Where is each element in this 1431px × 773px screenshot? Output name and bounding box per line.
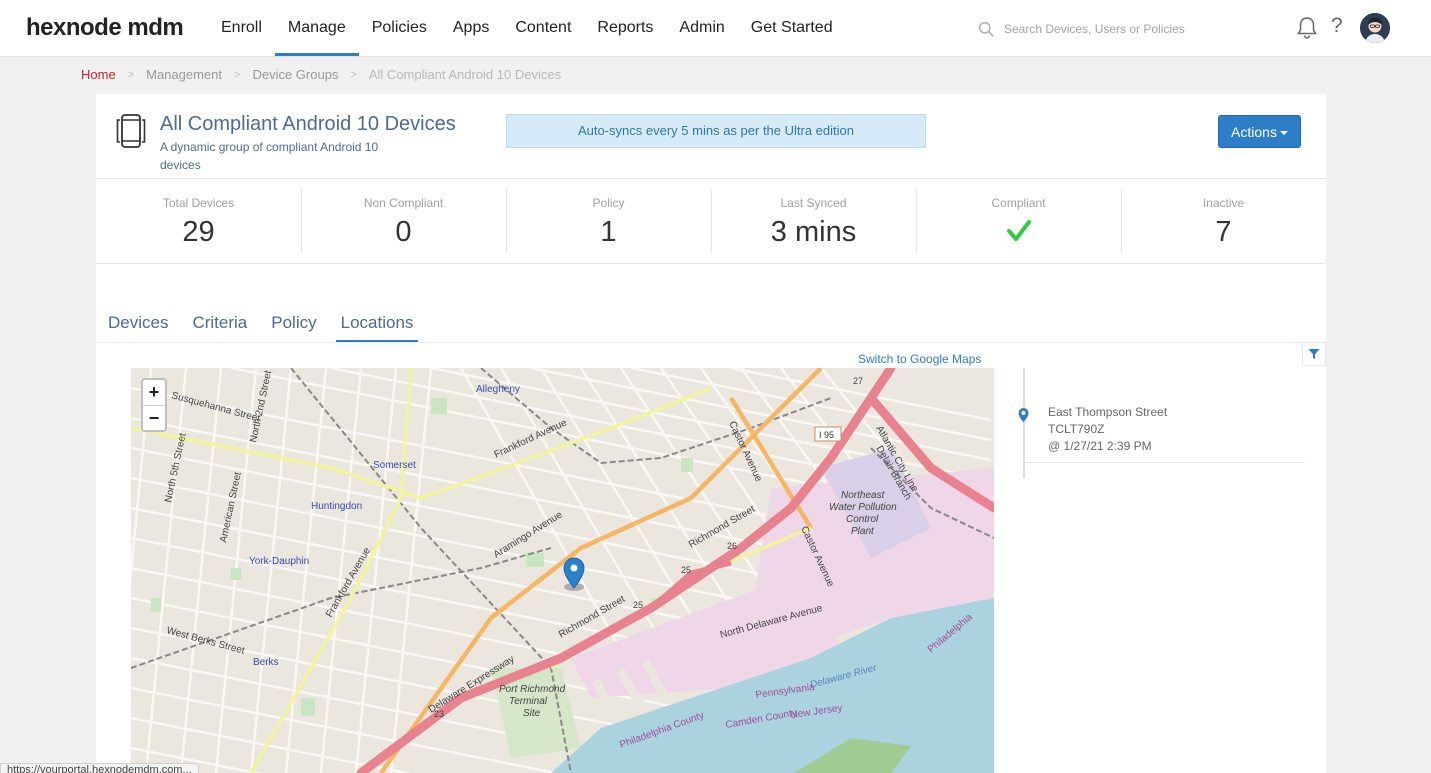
- zoom-in-button[interactable]: +: [143, 380, 165, 405]
- svg-text:Control: Control: [846, 514, 879, 525]
- stat-label: Policy: [592, 196, 625, 210]
- tab-policy[interactable]: Policy: [271, 313, 316, 343]
- stat-compliant: Compliant: [916, 179, 1121, 263]
- location-time: @ 1/27/21 2:39 PM: [1048, 439, 1152, 453]
- svg-text:Berks: Berks: [253, 657, 279, 668]
- stat-last-synced: Last Synced 3 mins: [711, 179, 916, 263]
- group-description: A dynamic group of compliant Android 10 …: [160, 140, 379, 172]
- svg-text:Site: Site: [523, 708, 541, 719]
- actions-button-label: Actions: [1231, 123, 1277, 140]
- chevron-right-icon: >: [234, 68, 241, 81]
- stats-row: Total Devices 29 Non Compliant 0 Policy …: [96, 178, 1326, 264]
- zoom-out-button[interactable]: −: [143, 405, 165, 430]
- svg-text:25: 25: [633, 600, 643, 610]
- stat-label: Inactive: [1202, 196, 1245, 210]
- tab-criteria[interactable]: Criteria: [192, 313, 247, 343]
- stat-value: 1: [600, 216, 617, 248]
- svg-text:Somerset: Somerset: [373, 460, 416, 471]
- chevron-right-icon: >: [350, 68, 357, 81]
- check-icon: [1006, 220, 1031, 241]
- help-icon[interactable]: ?: [1331, 14, 1343, 38]
- tab-locations[interactable]: Locations: [335, 313, 419, 343]
- browser-status-url: https://yourportal.hexnodemdm.com...: [0, 763, 199, 773]
- filter-icon: [1308, 349, 1320, 359]
- nav-apps[interactable]: Apps: [440, 0, 502, 56]
- stat-policy[interactable]: Policy 1: [506, 179, 711, 263]
- nav-content[interactable]: Content: [502, 0, 584, 56]
- stat-label: Total Devices: [162, 196, 235, 210]
- svg-text:Terminal: Terminal: [509, 696, 548, 707]
- nav-manage[interactable]: Manage: [274, 0, 359, 56]
- svg-text:25: 25: [681, 565, 691, 575]
- stat-value: 7: [1215, 216, 1232, 248]
- svg-text:Huntingdon: Huntingdon: [311, 501, 362, 512]
- stat-label: Compliant: [991, 196, 1046, 210]
- map-zoom-control: + −: [141, 378, 167, 432]
- nav-admin[interactable]: Admin: [666, 0, 737, 56]
- location-divider: [1023, 462, 1305, 463]
- location-timeline: [1023, 368, 1033, 773]
- svg-text:27: 27: [853, 376, 863, 386]
- bell-icon[interactable]: [1296, 16, 1318, 40]
- stat-label: Non Compliant: [363, 196, 444, 210]
- sync-info-banner: Auto-syncs every 5 mins as per the Ultra…: [506, 114, 926, 148]
- search-input[interactable]: [1004, 22, 1224, 36]
- svg-text:Allegheny: Allegheny: [476, 384, 520, 395]
- mobile-devices-icon: [116, 114, 146, 148]
- nav-policies[interactable]: Policies: [359, 0, 440, 56]
- search-icon: [979, 21, 994, 37]
- nav-enroll[interactable]: Enroll: [208, 0, 275, 56]
- svg-text:26: 26: [727, 541, 737, 551]
- breadcrumb: Home > Management > Device Groups > All …: [81, 67, 561, 82]
- svg-text:Water Pollution: Water Pollution: [829, 502, 897, 513]
- search-box: [978, 18, 1238, 40]
- stat-inactive[interactable]: Inactive 7: [1121, 179, 1326, 263]
- location-street: East Thompson Street: [1048, 405, 1168, 419]
- hexnode-logo[interactable]: hexnode mdm: [26, 14, 184, 42]
- caret-down-icon: [1279, 130, 1288, 135]
- map-tiles: Allegheny Somerset Huntingdon York-Dauph…: [131, 368, 994, 773]
- svg-text:I 95: I 95: [819, 430, 834, 440]
- tabs-divider: [96, 342, 1326, 343]
- svg-text:Plant: Plant: [851, 526, 875, 537]
- stat-label: Last Synced: [780, 196, 847, 210]
- location-map[interactable]: Allegheny Somerset Huntingdon York-Dauph…: [131, 368, 994, 773]
- page-title: All Compliant Android 10 Devices: [160, 113, 456, 135]
- breadcrumb-management[interactable]: Management: [146, 67, 222, 82]
- map-pin-icon: [1018, 408, 1029, 422]
- actions-button[interactable]: Actions: [1218, 115, 1301, 148]
- main-nav: Enroll Manage Policies Apps Content Repo…: [208, 0, 846, 56]
- filter-button[interactable]: [1302, 342, 1326, 366]
- svg-text:Northeast: Northeast: [841, 490, 886, 501]
- chevron-right-icon: >: [127, 68, 135, 81]
- switch-to-google-maps-link[interactable]: Switch to Google Maps: [858, 352, 981, 366]
- tab-devices[interactable]: Devices: [108, 313, 168, 343]
- stat-value: 0: [395, 216, 412, 248]
- location-entry[interactable]: East Thompson Street TCLT790Z @ 1/27/21 …: [1048, 404, 1167, 455]
- top-navbar: hexnode mdm Enroll Manage Policies Apps …: [0, 0, 1431, 57]
- breadcrumb-home[interactable]: Home: [81, 67, 116, 82]
- svg-text:Port Richmond: Port Richmond: [499, 684, 566, 695]
- svg-text:York-Dauphin: York-Dauphin: [249, 556, 309, 567]
- svg-text:23: 23: [434, 709, 444, 719]
- breadcrumb-current: All Compliant Android 10 Devices: [368, 67, 562, 82]
- nav-get-started[interactable]: Get Started: [738, 0, 846, 56]
- avatar[interactable]: [1360, 13, 1390, 43]
- device-group-card: All Compliant Android 10 Devices A dynam…: [96, 94, 1326, 773]
- stat-value: 3 mins: [770, 216, 857, 248]
- nav-reports[interactable]: Reports: [584, 0, 666, 56]
- group-tabs: Devices Criteria Policy Locations: [108, 313, 442, 343]
- stat-total-devices[interactable]: Total Devices 29: [96, 179, 301, 263]
- stat-non-compliant[interactable]: Non Compliant 0: [301, 179, 506, 263]
- breadcrumb-device-groups[interactable]: Device Groups: [252, 67, 338, 82]
- stat-value: 29: [182, 216, 215, 248]
- location-device: TCLT790Z: [1048, 422, 1105, 436]
